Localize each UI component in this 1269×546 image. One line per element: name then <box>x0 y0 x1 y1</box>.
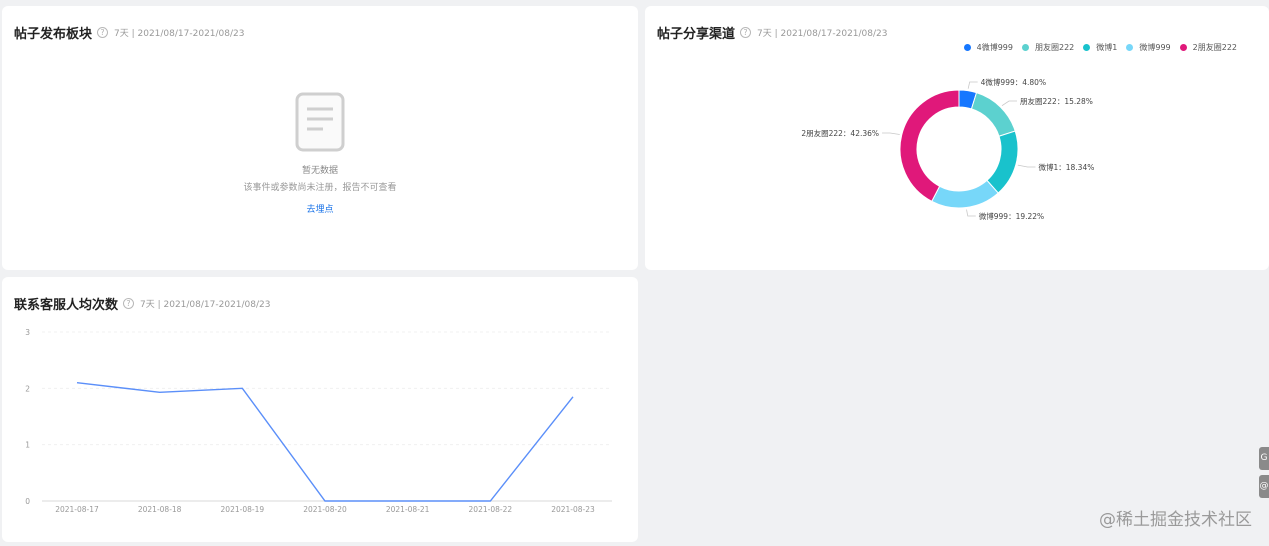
y-tick-label: 1 <box>25 441 30 450</box>
slice-label-line <box>967 81 978 89</box>
line-chart: 0 1 2 3 2021-08-17 2021-08-18 2021-08-19 2021-0… <box>25 328 612 514</box>
x-tick-label: 2021-08-22 <box>469 505 513 514</box>
go-tracking-link[interactable]: 去埋点 <box>306 202 333 215</box>
y-tick-label: 3 <box>25 328 30 337</box>
data-point[interactable] <box>405 499 410 504</box>
x-tick-label: 2021-08-20 <box>303 505 347 514</box>
slice-label-line <box>1001 100 1018 107</box>
side-tab-feedback[interactable]: G <box>1259 447 1269 470</box>
help-icon[interactable]: ? <box>97 27 109 38</box>
share-channel-card: 帖子分享渠道 ? 7天 | 2021/08/17-2021/08/23 4微博9… <box>645 6 1269 270</box>
slice-label: 微博999：19.22% <box>979 211 1044 221</box>
donut-slice[interactable] <box>970 92 1016 137</box>
data-point[interactable] <box>323 499 328 504</box>
data-point[interactable] <box>240 386 245 391</box>
data-point[interactable] <box>571 394 576 399</box>
data-point[interactable] <box>75 380 80 385</box>
x-tick-label: 2021-08-23 <box>551 505 595 514</box>
data-point[interactable] <box>157 390 162 395</box>
donut-slice[interactable] <box>899 89 960 203</box>
watermark: @稀土掘金技术社区 <box>1099 510 1252 530</box>
empty-state-title: 暂无数据 <box>301 166 338 176</box>
slice-label: 4微博999：4.80% <box>981 77 1046 87</box>
donut-chart: 4微博999：4.80% 朋友圈222：15.28% 微博1：18.34% 微博999… <box>801 77 1094 221</box>
posts-card-range: 7天 | 2021/08/17-2021/08/23 <box>114 29 245 39</box>
y-tick-label: 2 <box>25 384 30 393</box>
empty-state: 暂无数据 该事件或参数尚未注册，报告不可查看 去埋点 <box>2 92 638 216</box>
x-tick-label: 2021-08-17 <box>55 505 99 514</box>
donut-slice[interactable] <box>986 130 1019 194</box>
document-icon <box>295 92 345 152</box>
slice-label: 朋友圈222：15.28% <box>1020 96 1093 106</box>
donut-slice[interactable] <box>931 179 999 209</box>
y-tick-label: 0 <box>25 497 30 506</box>
slice-label-line <box>1017 164 1036 168</box>
series-line <box>76 382 574 502</box>
slice-label-line <box>882 132 900 135</box>
slice-label: 微博1：18.34% <box>1038 162 1094 172</box>
side-tab-contact[interactable]: @ <box>1259 475 1269 498</box>
data-point[interactable] <box>488 499 493 504</box>
slice-label-line <box>966 209 976 217</box>
slice-label: 2朋友圈222：42.36% <box>801 128 879 138</box>
x-tick-label: 2021-08-19 <box>221 505 265 514</box>
contact-service-card: 联系客服人均次数 ? 7天 | 2021/08/17-2021/08/23 01… <box>2 277 638 542</box>
x-tick-label: 2021-08-18 <box>138 505 182 514</box>
x-tick-label: 2021-08-21 <box>386 505 430 514</box>
posts-card-header: 帖子发布板块 ? 7天 | 2021/08/17-2021/08/23 <box>14 23 245 42</box>
posts-card: 帖子发布板块 ? 7天 | 2021/08/17-2021/08/23 暂无数据… <box>2 6 638 270</box>
posts-card-title: 帖子发布板块 <box>14 27 93 42</box>
empty-state-description: 该事件或参数尚未注册，报告不可查看 <box>243 183 397 193</box>
